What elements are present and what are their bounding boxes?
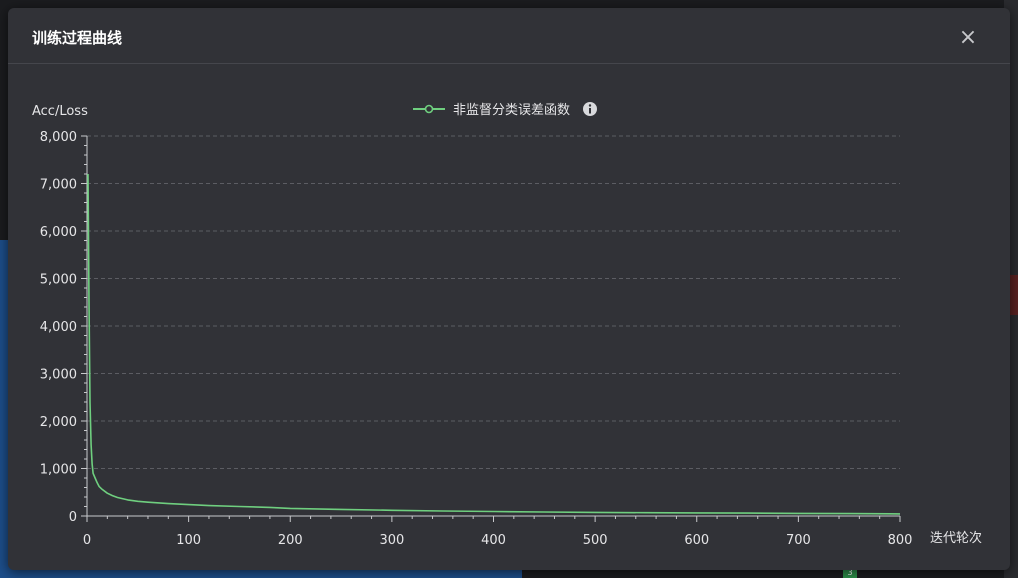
legend-swatch-marker: [424, 104, 434, 114]
x-tick-label: 800: [888, 533, 913, 548]
y-tick-label: 3,000: [40, 368, 77, 383]
y-tick-label: 5,000: [40, 273, 77, 288]
y-tick-label: 1,000: [40, 463, 77, 478]
x-tick-label: 200: [278, 533, 303, 548]
loss-chart: 0 1,000 2,000 3,000 4,000 5,000 6,000 7,000 8,00…: [32, 102, 982, 548]
y-tick-label: 4,000: [40, 320, 77, 335]
y-axis-label: Acc/Loss: [32, 104, 88, 119]
x-tick-label: 400: [481, 533, 506, 548]
x-tick-label: 0: [83, 533, 91, 548]
info-icon[interactable]: [583, 102, 597, 116]
chart-series: [87, 173, 901, 515]
chart-grid: [87, 135, 900, 469]
x-tick-label: 300: [379, 533, 404, 548]
y-tick-label: 2,000: [40, 415, 77, 430]
chart-axes: 0 1,000 2,000 3,000 4,000 5,000 6,000 7,000 8,00…: [40, 130, 913, 548]
y-tick-label: 8,000: [40, 130, 77, 145]
x-tick-label: 100: [176, 533, 201, 548]
chart-legend[interactable]: 非监督分类误差函数: [413, 102, 597, 118]
info-icon-dot: [588, 104, 592, 107]
legend-label: 非监督分类误差函数: [453, 103, 570, 118]
y-tick-label: 6,000: [40, 225, 77, 240]
y-tick-label: 0: [69, 510, 77, 525]
x-tick-label: 500: [583, 533, 608, 548]
x-tick-label: 700: [786, 533, 811, 548]
background-marker: [1010, 275, 1018, 315]
training-curve-dialog: 训练过程曲线 × 0 1,000 2,000 3,000 4,000 5,000 6,000…: [8, 8, 1010, 570]
x-axis-label: 迭代轮次: [930, 530, 982, 546]
info-icon-stem: [589, 108, 591, 114]
y-tick-label: 7,000: [40, 178, 77, 193]
series-line: [87, 173, 901, 515]
x-tick-label: 600: [684, 533, 709, 548]
